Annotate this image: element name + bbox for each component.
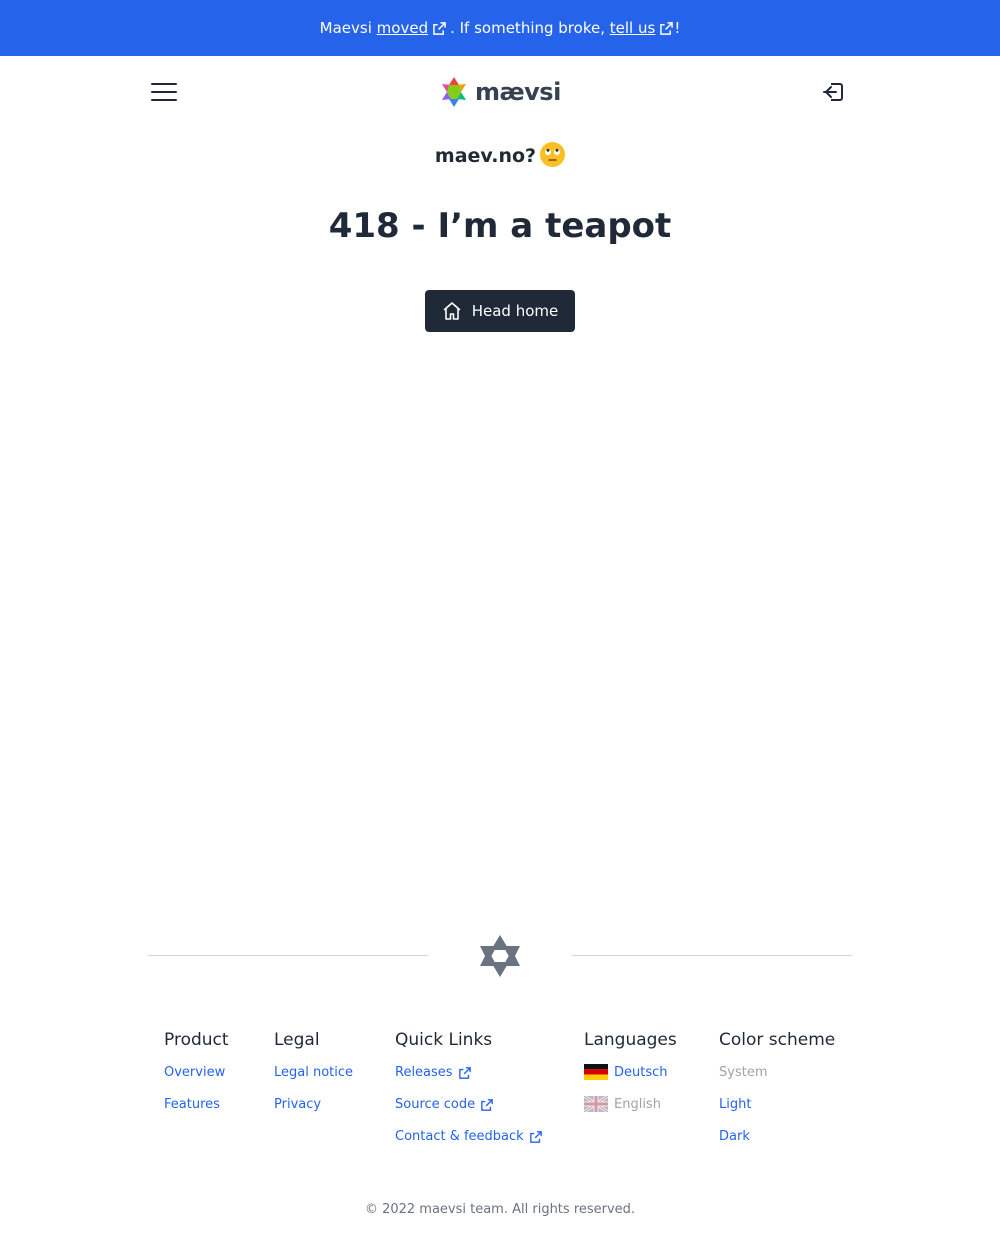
external-link-icon [660, 21, 674, 35]
footer-col-color-scheme: Color scheme System Light Dark [719, 1030, 835, 1160]
external-link-icon [433, 21, 446, 35]
link-label: Contact & feedback [395, 1129, 524, 1144]
footer-heading: Color scheme [719, 1030, 836, 1050]
footer-heading: Legal [274, 1030, 320, 1050]
site-header: mævsi [150, 70, 850, 114]
link-label: Features [164, 1097, 220, 1112]
link-label: Deutsch [614, 1065, 668, 1080]
page-subtitle: maev.no? [0, 142, 1000, 167]
hamburger-menu-icon [151, 83, 177, 101]
link-label: English [614, 1097, 661, 1112]
footer-col-languages: Languages Deutsch English [584, 1030, 677, 1128]
footer-divider-left [148, 955, 428, 956]
site-logo[interactable]: mævsi [439, 75, 561, 109]
head-home-button[interactable]: Head home [425, 290, 575, 332]
color-scheme-dark[interactable]: Dark [719, 1128, 835, 1160]
link-label: Source code [395, 1097, 476, 1112]
external-link-icon [481, 1099, 493, 1111]
banner-middle: . If something broke, [450, 19, 605, 37]
footer-col-legal: Legal Legal notice Privacy [274, 1030, 353, 1128]
menu-button[interactable] [150, 78, 178, 106]
uk-flag-icon [584, 1096, 608, 1112]
banner-suffix: ! [674, 19, 681, 37]
footer-logo-icon [480, 935, 520, 977]
footer-link-releases[interactable]: Releases [395, 1064, 542, 1096]
footer-col-product: Product Overview Features [164, 1030, 229, 1128]
footer-divider-right [572, 955, 852, 956]
eye-roll-emoji-icon [540, 142, 566, 167]
page-title: 418 - I’m a teapot [328, 206, 672, 246]
link-label: Overview [164, 1065, 226, 1080]
link-label: Light [719, 1097, 752, 1112]
footer-heading: Languages [584, 1030, 677, 1050]
footer-link-overview[interactable]: Overview [164, 1064, 229, 1096]
link-label: Privacy [274, 1097, 322, 1112]
footer-link-legal-notice[interactable]: Legal notice [274, 1064, 353, 1096]
maevsi-logo-icon [442, 77, 466, 107]
notice-banner: Maevsi moved . If something broke, tell u… [0, 0, 1000, 56]
footer-heading: Product [164, 1030, 229, 1050]
moved-link[interactable]: moved [377, 19, 428, 37]
banner-prefix: Maevsi [319, 19, 372, 37]
tell-us-link[interactable]: tell us [610, 19, 656, 37]
link-label: Legal notice [274, 1065, 354, 1080]
external-link-icon [529, 1131, 542, 1143]
logo-text: mævsi [475, 78, 561, 106]
link-label: Dark [719, 1129, 750, 1144]
sign-in-button[interactable] [822, 80, 846, 104]
language-option-deutsch[interactable]: Deutsch [584, 1064, 677, 1096]
footer-link-contact-feedback[interactable]: Contact & feedback [395, 1128, 542, 1160]
subtitle-text: maev.no? [434, 145, 537, 167]
language-option-english[interactable]: English [584, 1096, 677, 1128]
external-link-icon [458, 1067, 471, 1079]
link-label: Releases [395, 1065, 453, 1080]
copyright-text: © 2022 maevsi team. All rights reserved. [364, 1202, 636, 1217]
footer-col-quick-links: Quick Links Releases Source code Contact… [395, 1030, 542, 1160]
footer-nav: Product Overview Features Legal Legal no… [0, 1030, 1000, 1170]
footer-link-features[interactable]: Features [164, 1096, 229, 1128]
sign-in-icon [823, 83, 843, 101]
footer-heading: Quick Links [395, 1030, 493, 1050]
color-scheme-system[interactable]: System [719, 1064, 835, 1096]
link-label: System [719, 1065, 768, 1080]
footer-link-source-code[interactable]: Source code [395, 1096, 542, 1128]
house-icon [443, 302, 461, 320]
head-home-label: Head home [471, 302, 559, 320]
color-scheme-light[interactable]: Light [719, 1096, 835, 1128]
footer-link-privacy[interactable]: Privacy [274, 1096, 353, 1128]
germany-flag-icon [584, 1064, 608, 1080]
